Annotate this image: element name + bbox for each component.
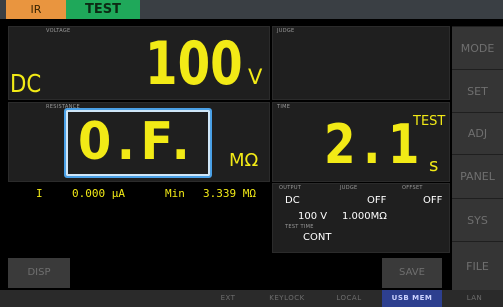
output-value: DC [285,195,300,206]
voltage-label: VOLTAGE [46,28,71,34]
time-value: 2.1 [324,113,428,176]
menu-adj-button[interactable]: ADJ [452,112,503,154]
time-unit: s [429,155,439,176]
time-label: TIME [277,104,291,110]
status-lan: LAN [466,294,483,302]
resistance-value: 0.F. [78,112,196,172]
menu-file-button[interactable]: FILE [452,241,503,290]
voltage-setting: 100 V [298,211,328,222]
menu-panel-button[interactable]: PANEL [452,154,503,198]
time-state: TEST [413,114,446,129]
menu-mode-button[interactable]: MODE [452,26,503,69]
test-time-label: TEST TIME [285,224,314,230]
disp-button[interactable]: DISP [8,258,70,288]
judge-setting-label: JUDGE [340,185,358,191]
resistance-unit: MΩ [229,150,259,171]
min-label: Min [165,187,185,200]
offset-value: OFF [423,195,443,206]
status-ext: EXT [220,294,236,302]
judge-value: OFF [367,195,387,206]
voltage-value: 100 [145,29,243,99]
menu-set-button[interactable]: SET [452,69,503,112]
output-label: OUTPUT [279,185,302,191]
status-usb-mem: USB MEM [382,290,442,307]
test-time-value: CONT [303,232,332,243]
voltage-unit: V [248,65,263,89]
current-value: 0.000 μA [72,187,125,200]
offset-label: OFFSET [402,185,423,191]
current-label: I [36,187,43,200]
judge-limit: 1.000MΩ [342,211,387,222]
status-keylock: KEYLOCK [269,294,305,302]
judge-panel [272,26,450,100]
mode-ir-tab[interactable]: IR [6,0,66,19]
min-value: 3.339 MΩ [203,187,256,200]
save-button[interactable]: SAVE [382,258,442,288]
voltage-prefix: DC [10,69,42,98]
menu-sys-button[interactable]: SYS [452,198,503,241]
mode-test-tab[interactable]: TEST [66,0,140,19]
status-local: LOCAL [336,294,362,302]
judge-label: JUDGE [277,28,295,34]
